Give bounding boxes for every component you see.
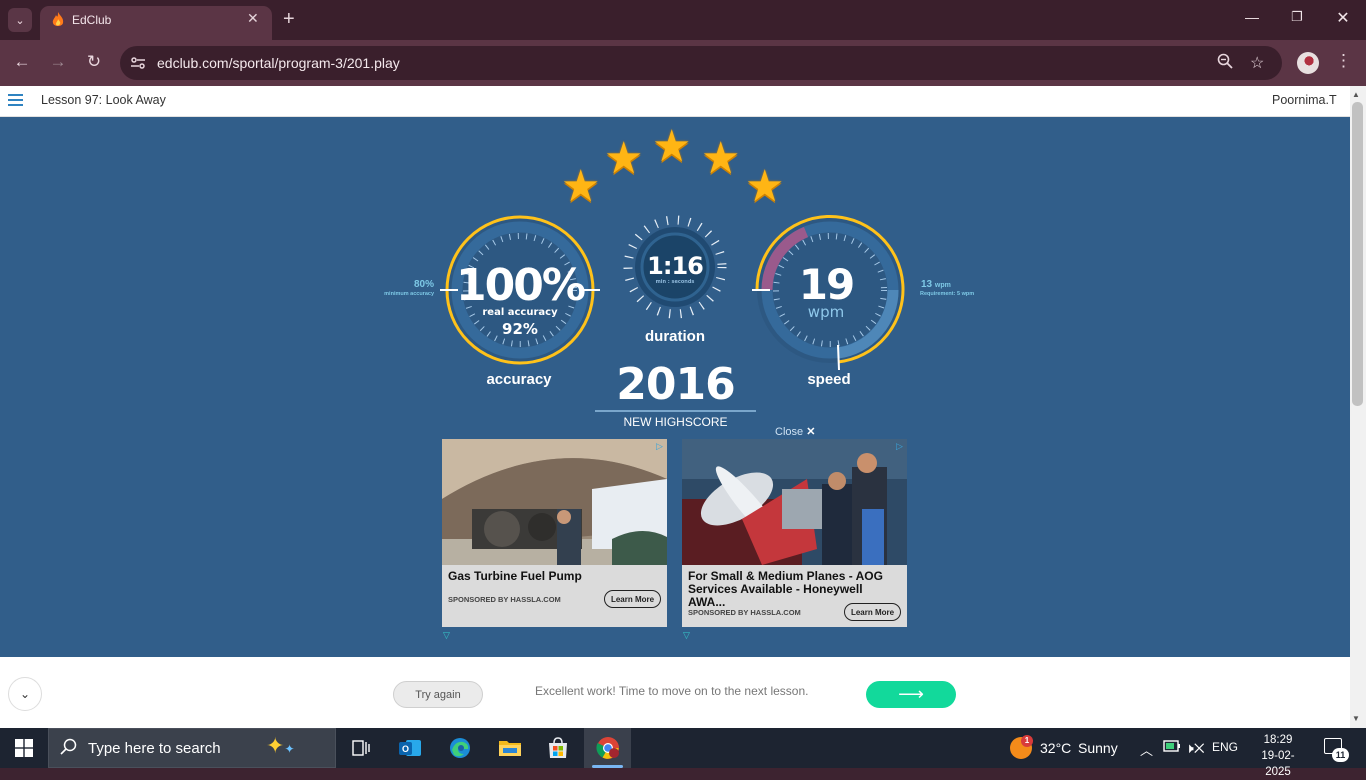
adchoices-icon[interactable]: ▷ <box>896 441 903 452</box>
ad-feedback-icon[interactable]: ▽ <box>683 630 690 641</box>
speed-value: 19 <box>798 260 855 309</box>
star-icon: ★ <box>604 134 644 183</box>
close-ads-label: Close <box>775 426 804 438</box>
ad-image <box>442 439 667 565</box>
minimize-button[interactable]: — <box>1237 9 1267 25</box>
ad-feedback-icon[interactable]: ▽ <box>443 630 450 641</box>
scroll-down-icon[interactable]: ▼ <box>1352 714 1360 723</box>
close-ads-button[interactable]: Close ✕ <box>775 425 815 438</box>
accuracy-label: accuracy <box>486 371 552 388</box>
search-icon <box>60 738 78 761</box>
windows-start-button[interactable] <box>0 728 48 768</box>
adchoices-icon[interactable]: ▷ <box>656 441 663 452</box>
weather-temperature[interactable]: 32°C <box>1040 740 1071 756</box>
real-accuracy-label: real accuracy <box>482 307 558 318</box>
chevron-down-icon: ⌄ <box>19 687 31 701</box>
tray-overflow-chevron-icon[interactable]: ︿ <box>1140 740 1153 759</box>
scroll-up-icon[interactable]: ▲ <box>1352 90 1360 99</box>
learn-more-button[interactable]: Learn More <box>844 603 901 621</box>
hamburger-menu-icon[interactable] <box>8 94 23 106</box>
learn-more-button[interactable]: Learn More <box>604 590 661 608</box>
weather-condition[interactable]: Sunny <box>1078 740 1118 756</box>
scrollbar-thumb[interactable] <box>1352 102 1363 406</box>
minimum-accuracy-value: 80% <box>413 279 434 290</box>
edge-icon[interactable] <box>446 734 474 762</box>
clock-date: 19-02-2025 <box>1261 750 1295 778</box>
file-explorer-icon[interactable] <box>496 734 524 762</box>
star-icon: ★ <box>652 122 692 171</box>
new-tab-button[interactable]: + <box>283 8 295 30</box>
zoom-icon[interactable] <box>1217 53 1233 74</box>
close-icon: ✕ <box>806 426 816 438</box>
lesson-title: Lesson 97: Look Away <box>41 93 166 107</box>
tab-title: EdClub <box>72 13 112 27</box>
ad-image <box>682 439 907 565</box>
notification-count: 11 <box>1332 748 1349 762</box>
real-accuracy-value: 92% <box>502 320 538 338</box>
tab-search-button[interactable]: ⌄ <box>8 8 32 32</box>
duration-label: duration <box>645 328 705 345</box>
next-lesson-button[interactable]: ⟶ <box>866 681 956 708</box>
ad-title[interactable]: Gas Turbine Fuel Pump <box>448 570 662 583</box>
star-icon: ★ <box>701 134 741 183</box>
chevron-down-icon: ⌄ <box>15 14 25 27</box>
completion-message: Excellent work! Time to move on to the n… <box>535 684 809 698</box>
microsoft-store-icon[interactable] <box>544 734 572 762</box>
profile-avatar[interactable] <box>1297 52 1319 74</box>
lesson-header <box>0 86 1350 117</box>
restore-button[interactable]: ❐ <box>1282 9 1312 25</box>
speed-label: speed <box>807 371 851 388</box>
ad-sponsor: SPONSORED BY HASSLA.COM <box>448 595 561 604</box>
duration-unit-label: min : seconds <box>655 279 695 285</box>
back-button[interactable]: ← <box>10 52 34 72</box>
expand-footer-button[interactable]: ⌄ <box>8 677 42 711</box>
forward-button[interactable]: → <box>46 52 70 72</box>
copilot-sparkle-icon[interactable]: ✦✦ <box>266 733 295 759</box>
taskbar-clock[interactable]: 18:29 19-02-2025 <box>1253 732 1303 780</box>
outlook-icon[interactable]: O <box>396 734 424 762</box>
arrow-right-icon: ⟶ <box>898 684 924 704</box>
score-divider <box>595 410 756 412</box>
weather-badge: 1 <box>1021 735 1033 747</box>
bookmark-star-icon[interactable]: ☆ <box>1250 53 1264 73</box>
speed-unit: wpm <box>807 303 845 321</box>
speaker-muted-icon[interactable]: 🕨✕ <box>1185 740 1205 757</box>
reload-button[interactable]: ↻ <box>82 52 106 72</box>
ad-card[interactable]: Gas Turbine Fuel Pump SPONSORED BY HASSL… <box>442 439 667 627</box>
score-value: 2016 <box>616 359 735 410</box>
speed-requirement-label: Requirement: 5 wpm <box>920 291 975 297</box>
try-again-button[interactable]: Try again <box>393 681 483 708</box>
clock-time: 18:29 <box>1263 734 1293 746</box>
ad-card[interactable]: For Small & Medium Planes - AOG Services… <box>682 439 907 627</box>
star-icon: ★ <box>561 162 601 211</box>
duration-value: 1:16 <box>647 252 704 280</box>
username[interactable]: Poornima.T <box>1272 93 1337 107</box>
site-info-icon[interactable] <box>128 53 148 73</box>
windows-logo-icon <box>15 739 33 757</box>
accuracy-value: 100% <box>456 260 586 311</box>
task-view-icon[interactable] <box>347 734 375 762</box>
browser-menu-icon[interactable]: ⋮ <box>1335 51 1352 71</box>
url-text: edclub.com/sportal/program-3/201.play <box>157 55 400 71</box>
search-placeholder: Type here to search <box>88 740 221 757</box>
language-indicator[interactable]: ENG <box>1212 740 1238 754</box>
speed-requirement: 13 wpm <box>921 279 951 290</box>
speed-requirement-value: 13 <box>921 279 933 290</box>
close-window-button[interactable]: ✕ <box>1328 8 1358 28</box>
new-highscore-label: NEW HIGHSCORE <box>623 415 728 429</box>
star-icon: ★ <box>745 162 785 211</box>
minimum-accuracy-label: minimum accuracy <box>384 291 434 297</box>
ad-sponsor: SPONSORED BY HASSLA.COM <box>688 608 801 617</box>
battery-icon[interactable] <box>1163 740 1181 755</box>
svg-text:O: O <box>402 744 409 754</box>
tab-close-icon[interactable]: ✕ <box>247 10 259 27</box>
speed-requirement-unit: wpm <box>934 282 951 289</box>
chrome-icon[interactable] <box>594 734 622 762</box>
edclub-favicon-icon <box>50 11 66 29</box>
